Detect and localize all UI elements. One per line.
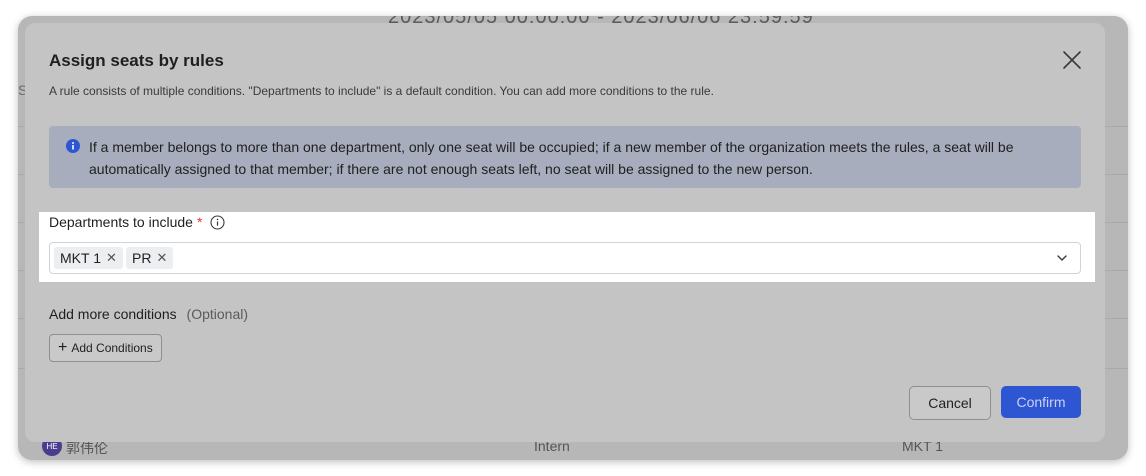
departments-label: Departments to include *: [49, 214, 225, 230]
info-outline-icon[interactable]: [210, 214, 225, 230]
add-conditions-button[interactable]: + Add Conditions: [49, 334, 162, 362]
dialog-title: Assign seats by rules: [49, 51, 224, 70]
info-icon: [66, 139, 80, 153]
required-mark: *: [196, 214, 203, 230]
close-icon: [1063, 51, 1081, 69]
departments-select[interactable]: MKT 1 ✕ PR ✕: [49, 242, 1081, 274]
close-small-icon[interactable]: ✕: [156, 250, 167, 266]
department-tag-label: MKT 1: [60, 250, 101, 266]
assign-seats-dialog: Assign seats by rules A rule consists of…: [25, 23, 1105, 442]
plus-icon: +: [58, 339, 68, 356]
department-tag: MKT 1 ✕: [54, 247, 123, 269]
chevron-down-icon[interactable]: [1056, 252, 1068, 264]
more-conditions-text: Add more conditions: [49, 306, 177, 322]
close-small-icon[interactable]: ✕: [106, 250, 117, 266]
screen-frame: 2023/05/05 00:00:00 - 2023/06/06 23:59:5…: [18, 16, 1128, 460]
close-button[interactable]: [1061, 49, 1083, 71]
cancel-button[interactable]: Cancel: [909, 386, 991, 420]
departments-field: Departments to include * MKT 1 ✕ PR ✕: [39, 212, 1095, 282]
more-conditions-label: Add more conditions (Optional): [49, 306, 248, 322]
info-notice: If a member belongs to more than one dep…: [49, 126, 1081, 188]
optional-hint: (Optional): [186, 306, 248, 322]
dialog-description: A rule consists of multiple conditions. …: [49, 84, 714, 98]
notice-text: If a member belongs to more than one dep…: [89, 139, 1014, 177]
department-tag: PR ✕: [126, 247, 174, 269]
add-conditions-label: Add Conditions: [71, 341, 153, 355]
departments-label-text: Departments to include: [49, 214, 193, 230]
confirm-button[interactable]: Confirm: [1001, 386, 1081, 418]
department-tag-label: PR: [132, 250, 152, 266]
